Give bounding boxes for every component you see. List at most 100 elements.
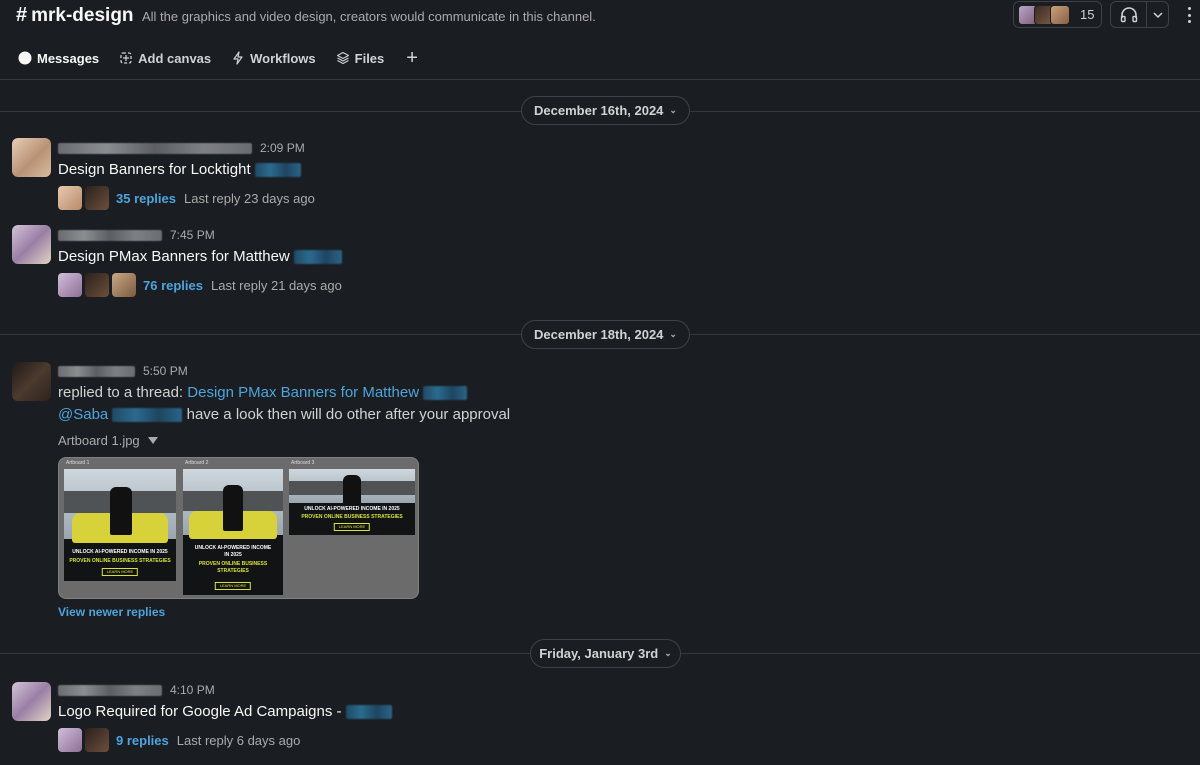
thread-reply-line: replied to a thread: Design PMax Banners… <box>58 384 468 401</box>
message-body: have a look then will do other after you… <box>186 406 511 423</box>
avatar[interactable] <box>12 362 51 401</box>
redacted-mention[interactable] <box>254 163 301 178</box>
banner-headline: UNLOCK AI-POWERED INCOME IN 2025 <box>72 549 168 555</box>
caret-down-icon <box>147 437 158 444</box>
thread-summary[interactable]: 76 replies Last reply 21 days ago <box>58 273 342 297</box>
date-divider[interactable]: Friday, January 3rd ⌄ <box>530 639 681 668</box>
redacted-mention[interactable] <box>293 250 342 265</box>
member-count: 15 <box>1080 7 1095 22</box>
redacted-username[interactable] <box>58 229 162 241</box>
thread-summary[interactable]: 35 replies Last reply 23 days ago <box>58 186 315 210</box>
banner-cta: LEARN MORE <box>214 582 252 590</box>
date-label: December 18th, 2024 <box>534 327 664 342</box>
artboard-preview: Artboard 3 UNLOCK AI-POWERED INCOME IN 2… <box>289 460 415 535</box>
redacted-username[interactable] <box>58 142 252 154</box>
file-name: Artboard 1.jpg <box>58 433 140 448</box>
message-icon <box>18 51 32 65</box>
tab-workflows[interactable]: Workflows <box>231 48 316 68</box>
last-reply: Last reply 21 days ago <box>211 277 342 293</box>
banner-headline: UNLOCK AI-POWERED INCOME IN 2025 <box>304 506 400 512</box>
chevron-down-icon: ⌄ <box>664 648 672 658</box>
message-meta: 2:09 PM <box>58 141 305 155</box>
artboard-label: Artboard 3 <box>291 460 315 466</box>
avatar <box>85 186 109 210</box>
tab-add-canvas[interactable]: Add canvas <box>119 48 211 68</box>
message-text: Design Banners for Locktight <box>58 161 301 178</box>
redacted-username[interactable] <box>58 365 135 377</box>
artboard-preview: Artboard 1 UNLOCK AI-POWERED INCOME IN 2… <box>64 460 176 581</box>
avatar <box>58 728 82 752</box>
date-divider[interactable]: December 18th, 2024 ⌄ <box>521 320 690 349</box>
message-body: Design PMax Banners for Matthew <box>58 248 290 265</box>
redacted-username[interactable] <box>58 684 162 696</box>
huddle-button[interactable] <box>1111 2 1147 27</box>
last-reply: Last reply 23 days ago <box>184 190 315 206</box>
canvas-icon <box>120 52 132 64</box>
message-time[interactable]: 5:50 PM <box>143 364 188 378</box>
avatar <box>85 728 109 752</box>
artboard-preview: Artboard 2 UNLOCK AI-POWERED INCOME IN 2… <box>183 460 283 595</box>
message-meta: 7:45 PM <box>58 228 215 242</box>
thread-link[interactable]: Design PMax Banners for Matthew <box>187 384 419 401</box>
channel-name: mrk-design <box>31 4 134 26</box>
huddle-button-group <box>1110 1 1169 28</box>
channel-title[interactable]: # mrk-design <box>16 4 134 27</box>
avatar[interactable] <box>12 138 51 177</box>
banner-subheadline: PROVEN ONLINE BUSINESS STRATEGIES <box>198 561 268 574</box>
channel-header: # mrk-design All the graphics and video … <box>0 0 1200 80</box>
view-newer-replies-link[interactable]: View newer replies <box>58 605 165 619</box>
message-body: Logo Required for Google Ad Campaigns - <box>58 703 342 720</box>
avatar[interactable] <box>12 682 51 721</box>
avatar[interactable] <box>12 225 51 264</box>
tab-label: Workflows <box>250 50 316 66</box>
lightning-icon <box>233 51 243 65</box>
replies-link[interactable]: 76 replies <box>143 278 203 293</box>
date-label: December 16th, 2024 <box>534 103 664 118</box>
tab-label: Messages <box>37 50 100 66</box>
members-button[interactable]: 15 <box>1013 1 1102 28</box>
tab-files[interactable]: Files <box>336 48 385 68</box>
banner-cta: LEARN MORE <box>101 568 139 576</box>
tab-label: Files <box>354 50 385 66</box>
more-options-icon[interactable] <box>1184 5 1194 25</box>
chevron-down-icon: ⌄ <box>669 329 677 339</box>
redacted-mention[interactable] <box>423 386 468 401</box>
message-time[interactable]: 4:10 PM <box>170 683 215 697</box>
banner-subheadline: PROVEN ONLINE BUSINESS STRATEGIES <box>301 514 403 520</box>
image-attachment[interactable]: Artboard 1 UNLOCK AI-POWERED INCOME IN 2… <box>58 457 419 599</box>
add-tab-button[interactable]: + <box>406 48 418 68</box>
message-text: Design PMax Banners for Matthew <box>58 248 342 265</box>
reply-prefix: replied to a thread: <box>58 384 184 401</box>
tab-label: Add canvas <box>138 50 212 66</box>
banner-subheadline: PROVEN ONLINE BUSINESS STRATEGIES <box>69 558 171 564</box>
file-header[interactable]: Artboard 1.jpg <box>58 433 158 448</box>
headphones-icon <box>1120 6 1137 22</box>
member-avatar <box>1050 4 1070 25</box>
message-text: @Saba have a look then will do other aft… <box>58 406 510 423</box>
date-divider[interactable]: December 16th, 2024 ⌄ <box>521 96 690 125</box>
avatar <box>112 273 136 297</box>
redacted-mention[interactable] <box>345 705 392 720</box>
channel-tabs: Messages Add canvas Workflows Files + <box>18 48 418 68</box>
redacted-mention[interactable] <box>112 408 183 423</box>
user-mention[interactable]: @Saba <box>58 406 108 423</box>
message-time[interactable]: 2:09 PM <box>260 141 305 155</box>
banner-headline: UNLOCK AI-POWERED INCOME IN 2025 <box>194 545 272 558</box>
message-meta: 4:10 PM <box>58 683 215 697</box>
last-reply: Last reply 6 days ago <box>176 732 301 748</box>
artboard-label: Artboard 1 <box>66 460 90 466</box>
avatar <box>58 186 82 210</box>
channel-description: All the graphics and video design, creat… <box>142 9 596 24</box>
chevron-down-icon <box>1152 11 1163 18</box>
thread-summary[interactable]: 9 replies Last reply 6 days ago <box>58 728 300 752</box>
message-meta: 5:50 PM <box>58 364 188 378</box>
message-time[interactable]: 7:45 PM <box>170 228 215 242</box>
date-label: Friday, January 3rd <box>539 646 659 661</box>
avatar <box>85 273 109 297</box>
message-body: Design Banners for Locktight <box>58 161 251 178</box>
banner-cta: LEARN MORE <box>333 523 371 531</box>
replies-link[interactable]: 35 replies <box>116 191 176 206</box>
tab-messages[interactable]: Messages <box>18 48 99 68</box>
huddle-options-button[interactable] <box>1147 11 1168 19</box>
replies-link[interactable]: 9 replies <box>116 733 169 748</box>
